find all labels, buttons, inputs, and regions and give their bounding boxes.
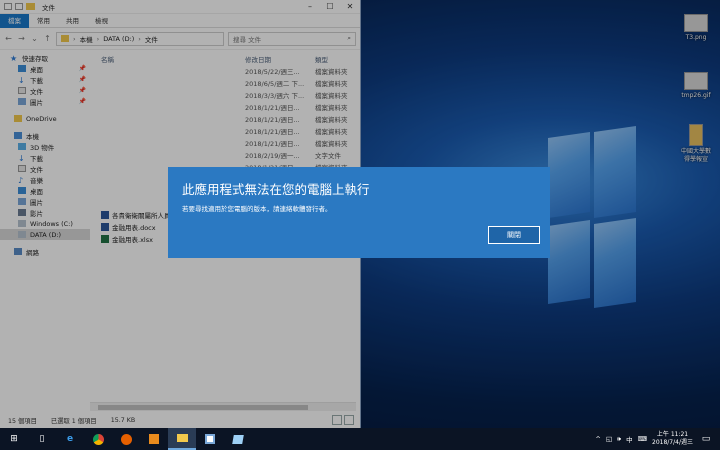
- taskbar: ⊞ ▯ e ^ ◱ 🕪 中 ⌨ 上午 11:21 2018/7/4/週三 ▭: [0, 428, 720, 450]
- volume-icon[interactable]: 🕪: [617, 435, 621, 444]
- chevron-up-icon[interactable]: ^: [595, 435, 600, 443]
- firefox-icon[interactable]: [112, 428, 140, 450]
- close-dialog-button[interactable]: 關閉: [488, 226, 540, 244]
- clock[interactable]: 上午 11:21 2018/7/4/週三: [652, 431, 693, 447]
- network-icon[interactable]: ◱: [606, 435, 612, 443]
- app-icon[interactable]: [224, 428, 252, 450]
- edge-icon[interactable]: e: [56, 428, 84, 450]
- keyboard-icon[interactable]: ⌨: [638, 435, 647, 443]
- store-icon[interactable]: [196, 428, 224, 450]
- start-button[interactable]: ⊞: [0, 428, 28, 450]
- media-player-icon[interactable]: [140, 428, 168, 450]
- input-method-indicator[interactable]: 中: [626, 434, 633, 444]
- chrome-icon[interactable]: [84, 428, 112, 450]
- notification-icon[interactable]: ▭: [698, 434, 714, 444]
- system-tray: ^ ◱ 🕪 中 ⌨ 上午 11:21 2018/7/4/週三 ▭: [595, 431, 720, 447]
- dialog-title: 此應用程式無法在您的電腦上執行: [182, 182, 370, 197]
- task-view-icon[interactable]: ▯: [28, 428, 56, 450]
- dialog-message: 若要尋找適用於您電腦的版本，請連絡軟體發行者。: [182, 205, 332, 213]
- app-cannot-run-dialog: 此應用程式無法在您的電腦上執行 若要尋找適用於您電腦的版本，請連絡軟體發行者。 …: [168, 167, 550, 258]
- file-explorer-icon[interactable]: [168, 428, 196, 450]
